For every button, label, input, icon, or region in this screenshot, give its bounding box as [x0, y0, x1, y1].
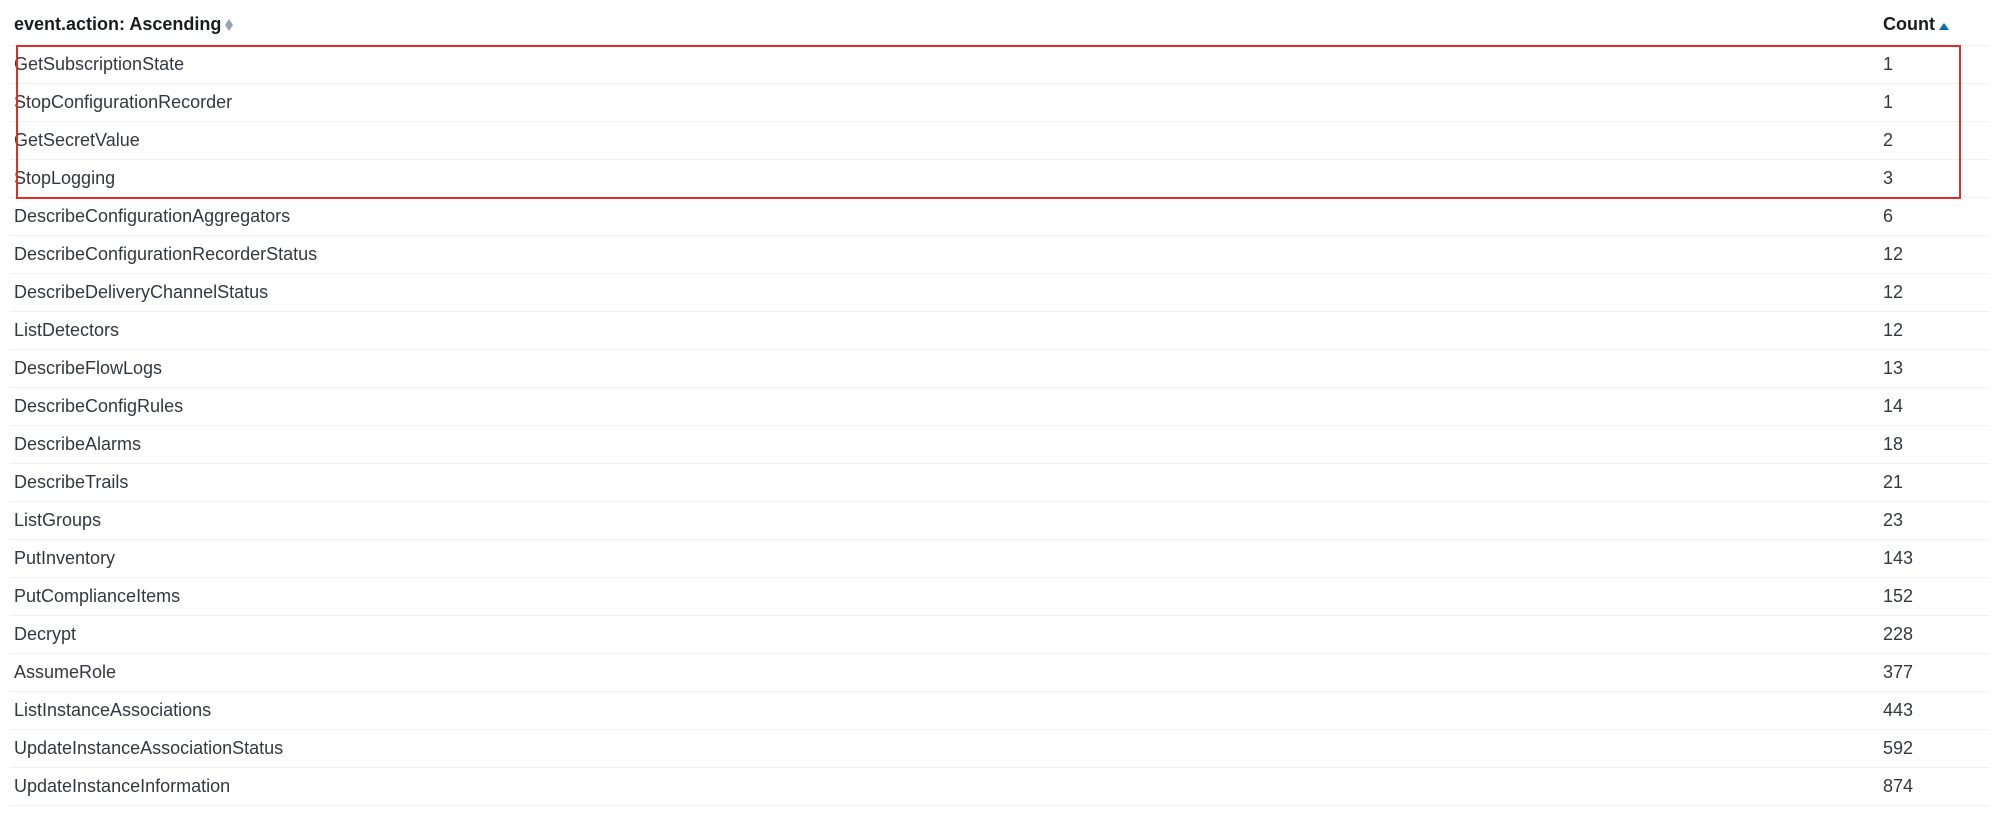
cell-action: ListDetectors: [10, 312, 1879, 350]
cell-count: 143: [1879, 540, 1989, 578]
cell-count: 21: [1879, 464, 1989, 502]
cell-action: DescribeFlowLogs: [10, 350, 1879, 388]
column-header-action[interactable]: event.action: Ascending: [10, 8, 1879, 46]
cell-action: DescribeConfigRules: [10, 388, 1879, 426]
column-header-count[interactable]: Count: [1879, 8, 1989, 46]
cell-count: 18: [1879, 426, 1989, 464]
cell-count: 1: [1879, 46, 1989, 84]
cell-count: 228: [1879, 616, 1989, 654]
cell-count: 12: [1879, 236, 1989, 274]
cell-action: Decrypt: [10, 616, 1879, 654]
cell-count: 443: [1879, 692, 1989, 730]
sort-indicator-icon: [225, 19, 233, 31]
cell-count: 1: [1879, 84, 1989, 122]
cell-count: 13: [1879, 350, 1989, 388]
table-row[interactable]: DescribeConfigRules14: [10, 388, 1989, 426]
table-row[interactable]: AssumeRole377: [10, 654, 1989, 692]
cell-action: DescribeAlarms: [10, 426, 1879, 464]
sort-ascending-icon: [1939, 14, 1949, 35]
table-row[interactable]: UpdateInstanceAssociationStatus592: [10, 730, 1989, 768]
table-body: GetSubscriptionState1StopConfigurationRe…: [10, 46, 1989, 806]
column-header-count-label: Count: [1883, 14, 1935, 35]
cell-action: DescribeDeliveryChannelStatus: [10, 274, 1879, 312]
cell-action: ListInstanceAssociations: [10, 692, 1879, 730]
table-row[interactable]: PutInventory143: [10, 540, 1989, 578]
table-row[interactable]: StopLogging3: [10, 160, 1989, 198]
table-row[interactable]: ListDetectors12: [10, 312, 1989, 350]
table-row[interactable]: UpdateInstanceInformation874: [10, 768, 1989, 806]
cell-action: StopConfigurationRecorder: [10, 84, 1879, 122]
cell-action: UpdateInstanceInformation: [10, 768, 1879, 806]
cell-action: GetSubscriptionState: [10, 46, 1879, 84]
cell-count: 12: [1879, 274, 1989, 312]
cell-count: 377: [1879, 654, 1989, 692]
table-row[interactable]: DescribeAlarms18: [10, 426, 1989, 464]
column-header-action-label: event.action: Ascending: [14, 14, 221, 35]
cell-count: 12: [1879, 312, 1989, 350]
table-row[interactable]: DescribeDeliveryChannelStatus12: [10, 274, 1989, 312]
cell-count: 592: [1879, 730, 1989, 768]
cell-action: PutInventory: [10, 540, 1879, 578]
table-row[interactable]: ListGroups23: [10, 502, 1989, 540]
cell-action: DescribeTrails: [10, 464, 1879, 502]
cell-count: 874: [1879, 768, 1989, 806]
table-row[interactable]: ListInstanceAssociations443: [10, 692, 1989, 730]
cell-action: DescribeConfigurationAggregators: [10, 198, 1879, 236]
cell-action: AssumeRole: [10, 654, 1879, 692]
table-row[interactable]: GetSecretValue2: [10, 122, 1989, 160]
cell-action: DescribeConfigurationRecorderStatus: [10, 236, 1879, 274]
cell-count: 6: [1879, 198, 1989, 236]
cell-action: UpdateInstanceAssociationStatus: [10, 730, 1879, 768]
cell-action: StopLogging: [10, 160, 1879, 198]
cell-count: 152: [1879, 578, 1989, 616]
cell-action: PutComplianceItems: [10, 578, 1879, 616]
events-table: event.action: Ascending Count: [10, 8, 1989, 806]
events-table-wrap: event.action: Ascending Count: [10, 8, 1989, 806]
cell-count: 14: [1879, 388, 1989, 426]
cell-count: 2: [1879, 122, 1989, 160]
table-row[interactable]: DescribeConfigurationRecorderStatus12: [10, 236, 1989, 274]
table-row[interactable]: StopConfigurationRecorder1: [10, 84, 1989, 122]
cell-action: GetSecretValue: [10, 122, 1879, 160]
table-row[interactable]: DescribeFlowLogs13: [10, 350, 1989, 388]
table-row[interactable]: DescribeTrails21: [10, 464, 1989, 502]
table-row[interactable]: PutComplianceItems152: [10, 578, 1989, 616]
table-row[interactable]: Decrypt228: [10, 616, 1989, 654]
table-header-row: event.action: Ascending Count: [10, 8, 1989, 46]
table-row[interactable]: DescribeConfigurationAggregators6: [10, 198, 1989, 236]
cell-action: ListGroups: [10, 502, 1879, 540]
table-row[interactable]: GetSubscriptionState1: [10, 46, 1989, 84]
cell-count: 23: [1879, 502, 1989, 540]
cell-count: 3: [1879, 160, 1989, 198]
